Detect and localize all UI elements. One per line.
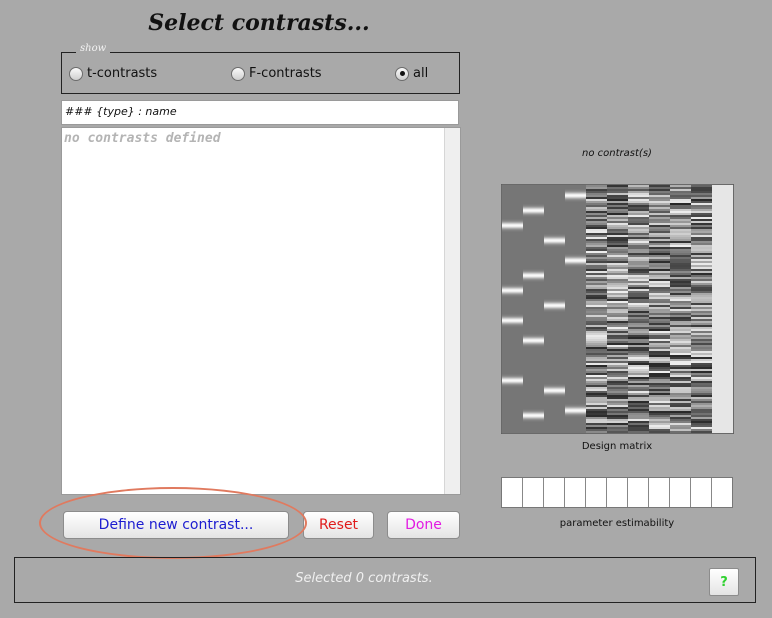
design-matrix-caption: Design matrix	[581, 441, 653, 452]
radio-button-selected-icon[interactable]	[395, 66, 409, 81]
done-button[interactable]: Done	[387, 511, 460, 539]
parameter-estimability-bar	[501, 477, 733, 508]
radio-f-contrasts[interactable]: F-contrasts	[231, 66, 322, 81]
design-matrix-image	[501, 184, 734, 434]
radio-all[interactable]: all	[395, 66, 428, 81]
radio-label: all	[413, 66, 429, 81]
radio-button-icon[interactable]	[231, 66, 245, 81]
radio-label: t-contrasts	[87, 66, 158, 81]
radio-button-icon[interactable]	[69, 66, 83, 81]
contrast-list-header: ### {type} : name	[61, 100, 459, 125]
status-text: Selected 0 contrasts.	[295, 571, 433, 586]
radio-t-contrasts[interactable]: t-contrasts	[69, 66, 157, 81]
define-new-contrast-button[interactable]: Define new contrast...	[63, 511, 289, 539]
contrast-list-scrollbar[interactable]	[444, 128, 460, 494]
help-button[interactable]: ?	[709, 568, 739, 596]
show-filter-legend: show	[76, 43, 111, 54]
window-title: Select contrasts...	[148, 10, 370, 36]
contrast-list[interactable]: no contrasts defined	[61, 127, 461, 495]
parameter-estimability-caption: parameter estimability	[559, 518, 675, 529]
radio-label: F-contrasts	[249, 66, 322, 81]
reset-button[interactable]: Reset	[303, 511, 374, 539]
contrast-list-empty-text: no contrasts defined	[64, 131, 221, 146]
contrast-label: no contrast(s)	[582, 148, 652, 159]
